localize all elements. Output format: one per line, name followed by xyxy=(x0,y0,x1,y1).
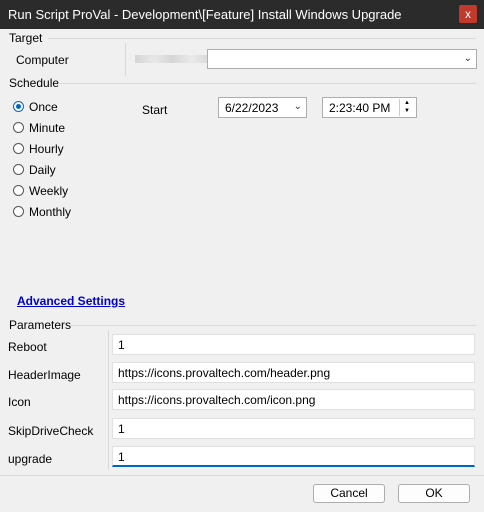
advanced-settings-link[interactable]: Advanced Settings xyxy=(17,294,125,308)
param-label-icon: Icon xyxy=(8,395,31,409)
radio-weekly-label: Weekly xyxy=(29,183,69,198)
target-divider xyxy=(48,38,476,39)
radio-once-button[interactable] xyxy=(13,101,24,112)
param-label-skipdrivecheck: SkipDriveCheck xyxy=(8,424,94,438)
radio-monthly-button[interactable] xyxy=(13,206,24,217)
spin-down-icon[interactable]: ▼ xyxy=(400,107,414,115)
radio-daily-button[interactable] xyxy=(13,164,24,175)
schedule-section-label: Schedule xyxy=(9,76,60,90)
cancel-button[interactable]: Cancel xyxy=(313,484,385,503)
radio-weekly-button[interactable] xyxy=(13,185,24,196)
start-date-value: 6/22/2023 xyxy=(225,101,279,115)
radio-monthly[interactable]: Monthly xyxy=(13,201,71,222)
computer-label: Computer xyxy=(16,53,69,67)
radio-minute-button[interactable] xyxy=(13,122,24,133)
time-spinner[interactable]: ▲ ▼ xyxy=(399,99,414,116)
param-label-upgrade: upgrade xyxy=(8,452,53,466)
radio-minute[interactable]: Minute xyxy=(13,117,71,138)
parameters-section-label: Parameters xyxy=(9,318,72,332)
radio-hourly-button[interactable] xyxy=(13,143,24,154)
param-label-headerimage: HeaderImage xyxy=(8,368,81,382)
chevron-down-icon: ⌄ xyxy=(463,53,472,64)
target-column-divider xyxy=(125,43,126,76)
radio-monthly-label: Monthly xyxy=(29,204,72,219)
ok-button[interactable]: OK xyxy=(398,484,470,503)
close-button[interactable]: x xyxy=(459,5,477,23)
param-input-headerimage[interactable]: https://icons.provaltech.com/header.png xyxy=(112,362,475,383)
param-input-skipdrivecheck[interactable]: 1 xyxy=(112,418,475,439)
chevron-down-icon: ⌄ xyxy=(293,101,302,112)
parameters-column-divider xyxy=(108,330,109,470)
footer-divider xyxy=(0,475,484,476)
radio-daily-label: Daily xyxy=(29,162,56,177)
spin-up-icon[interactable]: ▲ xyxy=(400,99,414,107)
window-title: Run Script ProVal - Development\[Feature… xyxy=(8,7,402,22)
param-input-icon[interactable]: https://icons.provaltech.com/icon.png xyxy=(112,389,475,410)
radio-hourly[interactable]: Hourly xyxy=(13,138,71,159)
schedule-divider xyxy=(58,83,476,84)
param-input-reboot[interactable]: 1 xyxy=(112,334,475,355)
computer-combobox[interactable]: ⌄ xyxy=(207,49,477,69)
radio-hourly-label: Hourly xyxy=(29,141,64,156)
param-input-upgrade[interactable]: 1 xyxy=(112,446,475,467)
start-date-picker[interactable]: 6/22/2023 ⌄ xyxy=(218,97,307,118)
radio-daily[interactable]: Daily xyxy=(13,159,71,180)
param-label-reboot: Reboot xyxy=(8,340,47,354)
radio-once-label: Once xyxy=(29,99,58,114)
radio-once[interactable]: Once xyxy=(13,96,71,117)
start-time-picker[interactable]: 2:23:40 PM ▲ ▼ xyxy=(322,97,417,118)
target-section-label: Target xyxy=(9,31,43,45)
schedule-radio-group: Once Minute Hourly Daily Weekly Monthly xyxy=(13,96,71,222)
start-time-value: 2:23:40 PM xyxy=(329,101,391,115)
radio-weekly[interactable]: Weekly xyxy=(13,180,71,201)
start-label: Start xyxy=(142,103,168,117)
parameters-divider xyxy=(70,325,476,326)
radio-minute-label: Minute xyxy=(29,120,66,135)
redacted-computer-name xyxy=(135,55,210,63)
